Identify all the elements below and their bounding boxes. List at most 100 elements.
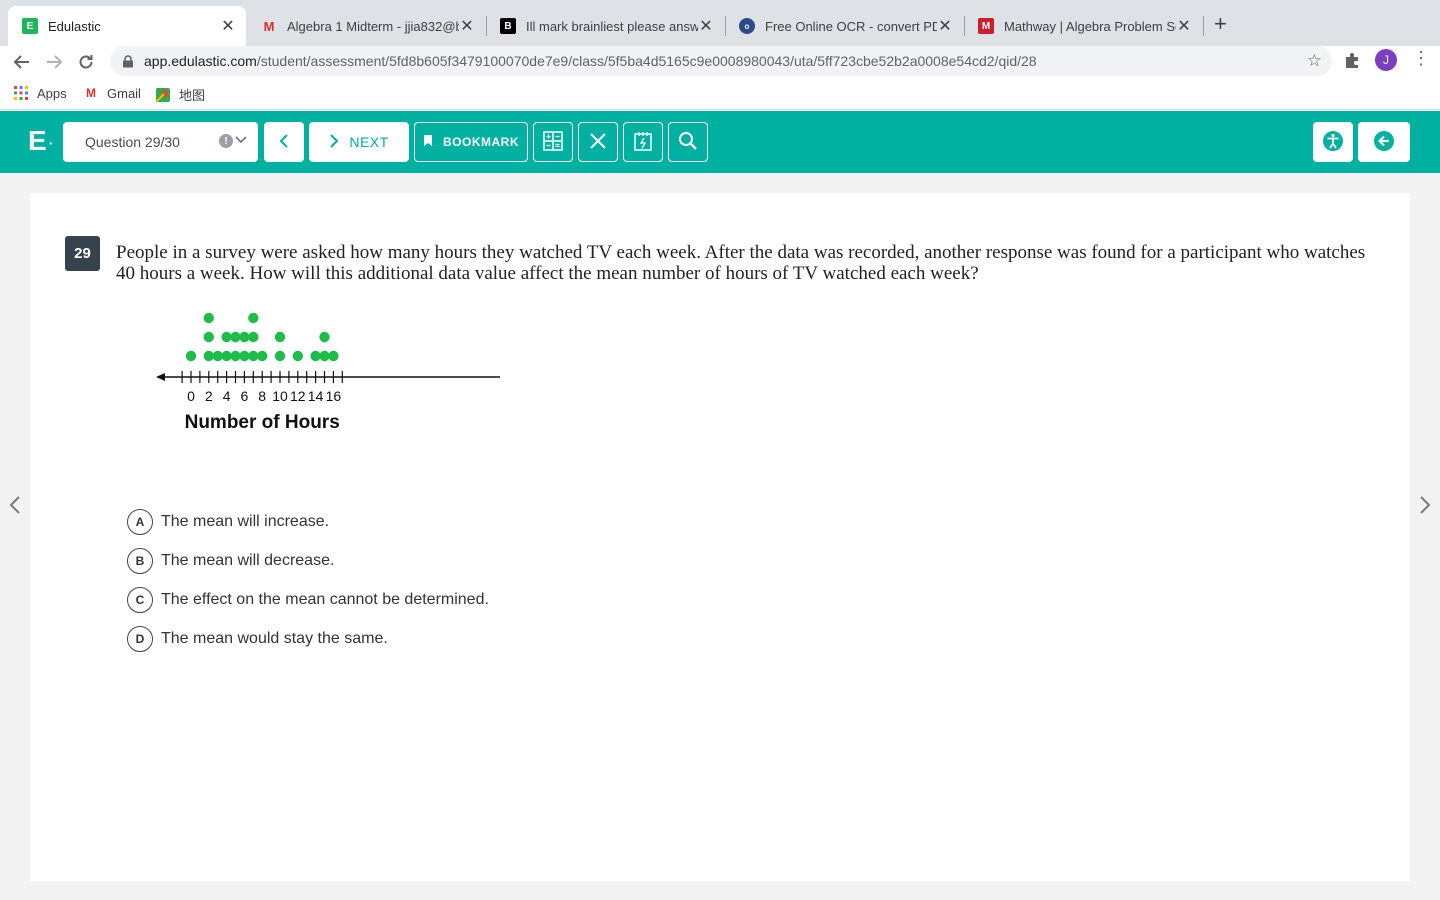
search-icon [678,131,698,154]
chevron-left-icon [279,133,289,152]
bookmark-button[interactable]: BOOKMARK [414,122,528,162]
data-dot [248,350,259,362]
browser-toolbar: app.edulastic.com/student/assessment/5fd… [0,46,1440,78]
close-tab-icon[interactable]: ✕ [459,16,475,36]
bookmarks-bar: Apps M Gmail 地图 [0,78,1440,110]
browser-tab-ocr[interactable]: o Free Online OCR - convert PDF ✕ [725,6,963,46]
edulastic-logo[interactable]: E · [28,127,53,157]
exit-button[interactable] [1358,122,1410,162]
data-dot [221,350,232,362]
tick-label: 12 [290,388,306,404]
new-tab-plus-icon[interactable]: + [1214,12,1227,36]
answer-option-c[interactable]: C The effect on the mean cannot be deter… [127,587,489,613]
data-dot [203,313,214,324]
bookmark-icon [423,134,433,150]
tick-label: 0 [187,388,195,404]
url-domain: app.edulastic.com [144,53,257,69]
maps-icon [155,87,171,103]
data-dot [248,313,259,324]
data-dot [319,350,330,362]
magnifier-button[interactable] [668,122,708,162]
tick-label: 4 [223,388,231,404]
chevron-down-icon [235,131,247,147]
calculator-button[interactable] [533,122,573,162]
lock-icon [122,55,134,68]
x-axis-label: Number of Hours [185,412,340,433]
option-letter-c: C [127,587,153,613]
data-dot [203,350,214,362]
bookmark-maps[interactable]: 地图 [155,85,205,104]
brainly-icon: B [500,18,516,34]
chevron-right-icon [329,133,339,152]
forward-arrow-icon[interactable] [42,50,66,74]
address-bar[interactable]: app.edulastic.com/student/assessment/5fd… [110,46,1332,76]
gmail-icon: M [263,18,275,34]
close-x-icon [589,132,607,153]
data-dot [274,331,286,343]
previous-page-arrow-icon[interactable] [8,494,22,522]
extensions-puzzle-icon[interactable] [1343,50,1365,72]
question-card: 29 People in a survey were asked how man… [30,193,1410,881]
browser-menu-icon[interactable]: ⋮ [1412,48,1430,69]
alert-icon: ! [219,134,233,148]
mathway-icon: M [978,18,994,34]
answer-option-a[interactable]: A The mean will increase. [127,509,489,535]
close-tab-icon[interactable]: ✕ [698,16,714,36]
gmail-icon: M [86,86,96,100]
edulastic-icon: E [22,18,38,34]
scratchpad-icon [634,131,652,154]
browser-tab-mathway[interactable]: M Mathway | Algebra Problem So ✕ [964,6,1202,46]
tab-separator [1203,16,1204,36]
browser-tab-brainly[interactable]: B Ill mark brainliest please answe ✕ [486,6,724,46]
back-arrow-icon[interactable] [10,50,34,74]
data-dot [230,350,241,362]
data-dot [328,350,339,362]
apps-grid-icon [13,85,29,101]
tick-label: 16 [326,388,342,404]
next-question-button[interactable]: NEXT [309,122,409,162]
data-dot [274,350,286,362]
calculator-icon [543,130,563,154]
option-letter-a: A [127,509,153,535]
data-dot [185,350,197,362]
browser-tab-edulastic[interactable]: E Edulastic ✕ [8,6,246,46]
data-dot [248,331,259,343]
question-select-dropdown[interactable]: Question 29/30 ! [63,122,258,162]
reload-icon[interactable] [74,50,98,74]
close-tab-icon[interactable]: ✕ [937,16,953,36]
option-letter-d: D [127,626,153,652]
dot-plot-chart: 0 2 4 6 8 10 12 14 16 Number of Hours [156,313,500,433]
data-dot [239,331,250,343]
answer-option-d[interactable]: D The mean would stay the same. [127,626,489,652]
answer-options: A The mean will increase. B The mean wil… [127,509,489,665]
answer-option-b[interactable]: B The mean will decrease. [127,548,489,574]
data-dot [203,331,214,343]
data-dot [310,350,321,362]
data-dot [212,350,223,362]
bookmark-star-icon[interactable]: ☆ [1307,51,1322,71]
scratchpad-button[interactable] [623,122,663,162]
data-dot [292,350,303,362]
data-dot [257,350,268,362]
question-number-badge: 29 [65,236,100,271]
browser-tab-bar: E Edulastic ✕ M Algebra 1 Midterm - jjia… [0,0,1440,46]
profile-avatar[interactable]: J [1375,49,1397,71]
bookmark-gmail[interactable]: M Gmail [83,85,141,101]
ocr-icon: o [739,18,755,34]
close-tab-icon[interactable]: ✕ [1176,16,1192,36]
browser-tab-gmail[interactable]: M Algebra 1 Midterm - jjia832@b ✕ [247,6,485,46]
tick-label: 8 [258,388,266,404]
bookmark-apps[interactable]: Apps [13,85,67,101]
next-page-arrow-icon[interactable] [1418,494,1432,522]
tick-label: 10 [272,388,288,404]
axis-arrow-left [156,373,165,381]
previous-question-button[interactable] [264,122,304,162]
close-tab-icon[interactable]: ✕ [220,16,236,36]
answer-eliminator-button[interactable] [578,122,618,162]
exit-arrow-icon [1373,130,1395,155]
url-path: /student/assessment/5fd8b605f3479100070d… [256,53,1037,69]
tick-label: 6 [241,388,249,404]
app-header: E · Question 29/30 ! NEXT BOOKMARK [0,111,1440,173]
accessibility-button[interactable] [1313,122,1353,162]
tick-label: 14 [308,388,324,404]
